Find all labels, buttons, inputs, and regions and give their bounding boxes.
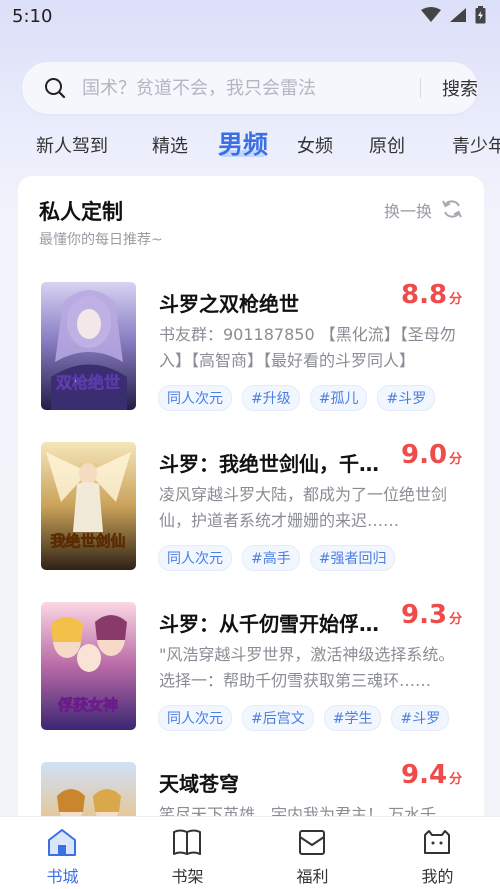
- cellular-signal-icon: [450, 8, 466, 22]
- book-score: 8.8 分: [401, 280, 462, 310]
- book-title[interactable]: 天域苍穹: [159, 768, 389, 797]
- book-tag[interactable]: 同人次元: [158, 385, 232, 411]
- book-tag[interactable]: 同人次元: [158, 705, 232, 731]
- score-value: 9.0: [401, 440, 448, 470]
- book-tags: 同人次元 #后宫文 #学生 #斗罗: [158, 705, 450, 731]
- bookshelf-icon: [173, 829, 201, 855]
- search-button[interactable]: 搜索: [432, 72, 488, 104]
- book-tag[interactable]: #高手: [242, 545, 300, 571]
- nav-welfare[interactable]: 福利: [250, 817, 375, 889]
- wifi-icon: [421, 7, 441, 22]
- search-icon: [45, 78, 66, 99]
- book-item[interactable]: 俘获女神 斗罗：从千仞雪开始俘获女神 9.3分 "风浩穿越斗罗世界，激活神级选择…: [18, 600, 484, 732]
- score-unit: 分: [449, 772, 463, 787]
- tab-male[interactable]: 男频: [218, 125, 268, 161]
- nav-bookstore[interactable]: 书城: [0, 817, 125, 889]
- bookstore-icon: [48, 829, 76, 856]
- book-score: 9.0 分: [401, 440, 462, 470]
- nav-bookshelf[interactable]: 书架: [125, 817, 250, 889]
- tab-original[interactable]: 原创: [369, 132, 405, 158]
- recommendation-card: 私人定制 最懂你的每日推荐~ 换一换 双枪绝世 斗罗之双枪绝世 8.8 分 书友…: [18, 176, 484, 889]
- tab-youth[interactable]: 青少年: [452, 132, 500, 158]
- cover-title: 俘获女神: [58, 696, 118, 714]
- status-bar: 5:10: [0, 0, 500, 34]
- refresh-icon[interactable]: [441, 198, 463, 220]
- book-item[interactable]: 双枪绝世 斗罗之双枪绝世 8.8 分 书友群：901187850 【黑化流】【圣母…: [18, 280, 484, 412]
- cover-art: 俘获女神: [41, 602, 136, 730]
- cover-title: 双枪绝世: [56, 373, 120, 392]
- gift-icon: [299, 830, 325, 855]
- book-title[interactable]: 斗罗之双枪绝世: [159, 288, 389, 317]
- nav-label: 书架: [171, 867, 204, 886]
- bottom-nav: 书城 书架 福利 我的: [0, 816, 500, 889]
- cover-art: 我绝世剑仙: [41, 442, 136, 570]
- cover-title: 我绝世剑仙: [50, 532, 125, 550]
- book-tags: 同人次元 #升级 #孤儿 #斗罗: [158, 385, 436, 411]
- score-value: 9.3: [401, 600, 448, 630]
- score-unit: 分: [449, 612, 463, 627]
- book-cover[interactable]: 双枪绝世: [41, 282, 136, 410]
- book-description: "风浩穿越斗罗世界，激活神级选择系统。 选择一：帮助千仞雪获取第三魂环……: [159, 645, 455, 690]
- book-tag[interactable]: 同人次元: [158, 545, 232, 571]
- profile-icon: [424, 830, 450, 854]
- book-tags: 同人次元 #高手 #强者回归: [158, 545, 396, 571]
- book-tag[interactable]: #强者回归: [309, 545, 396, 571]
- section-subtitle: 最懂你的每日推荐~: [39, 232, 163, 248]
- book-description: 凌风穿越斗罗大陆，都成为了一位绝世剑仙，护道者系统才姗姗的来迟……: [159, 485, 448, 530]
- status-time: 5:10: [12, 6, 53, 27]
- book-tag[interactable]: #学生: [323, 705, 382, 731]
- book-score: 9.3 分: [401, 600, 462, 630]
- cover-art: 双枪绝世: [41, 282, 136, 410]
- status-icons: [421, 6, 486, 24]
- score-unit: 分: [449, 452, 463, 467]
- score-value: 8.8: [401, 280, 448, 310]
- book-cover[interactable]: 俘获女神: [41, 602, 136, 730]
- search-bar[interactable]: 搜索: [22, 62, 478, 114]
- nav-label: 我的: [421, 867, 454, 886]
- book-tag[interactable]: #斗罗: [391, 705, 450, 731]
- book-title[interactable]: 斗罗：从千仞雪开始俘获女神: [159, 608, 389, 637]
- book-score: 9.4 分: [401, 760, 462, 790]
- score-value: 9.4: [401, 760, 448, 790]
- book-tag[interactable]: #斗罗: [377, 385, 436, 411]
- nav-label: 福利: [296, 867, 329, 886]
- section-title: 私人定制: [39, 200, 123, 224]
- tab-newcomer[interactable]: 新人驾到: [36, 132, 108, 158]
- book-cover[interactable]: 我绝世剑仙: [41, 442, 136, 570]
- tab-featured[interactable]: 精选: [152, 132, 188, 158]
- search-divider: [420, 78, 421, 98]
- book-description: 书友群：901187850 【黑化流】【圣母勿入】【高智商】【最好看的斗罗同人】: [159, 325, 456, 370]
- book-title[interactable]: 斗罗：我绝世剑仙，千仞雪护道者: [159, 448, 389, 477]
- score-unit: 分: [449, 292, 463, 307]
- nav-label: 书城: [46, 867, 79, 886]
- book-item[interactable]: 我绝世剑仙 斗罗：我绝世剑仙，千仞雪护道者 9.0分 凌风穿越斗罗大陆，都成为了…: [18, 440, 484, 572]
- tab-female[interactable]: 女频: [297, 132, 333, 158]
- nav-profile[interactable]: 我的: [375, 817, 500, 889]
- category-tabs: 新人驾到 精选 男频 女频 原创 青少年: [0, 124, 500, 164]
- book-tag[interactable]: #后宫文: [242, 705, 314, 731]
- book-tag[interactable]: #孤儿: [309, 385, 368, 411]
- refresh-button[interactable]: 换一换: [384, 198, 432, 222]
- battery-icon: [475, 6, 486, 24]
- search-input[interactable]: [82, 74, 402, 102]
- book-tag[interactable]: #升级: [242, 385, 300, 411]
